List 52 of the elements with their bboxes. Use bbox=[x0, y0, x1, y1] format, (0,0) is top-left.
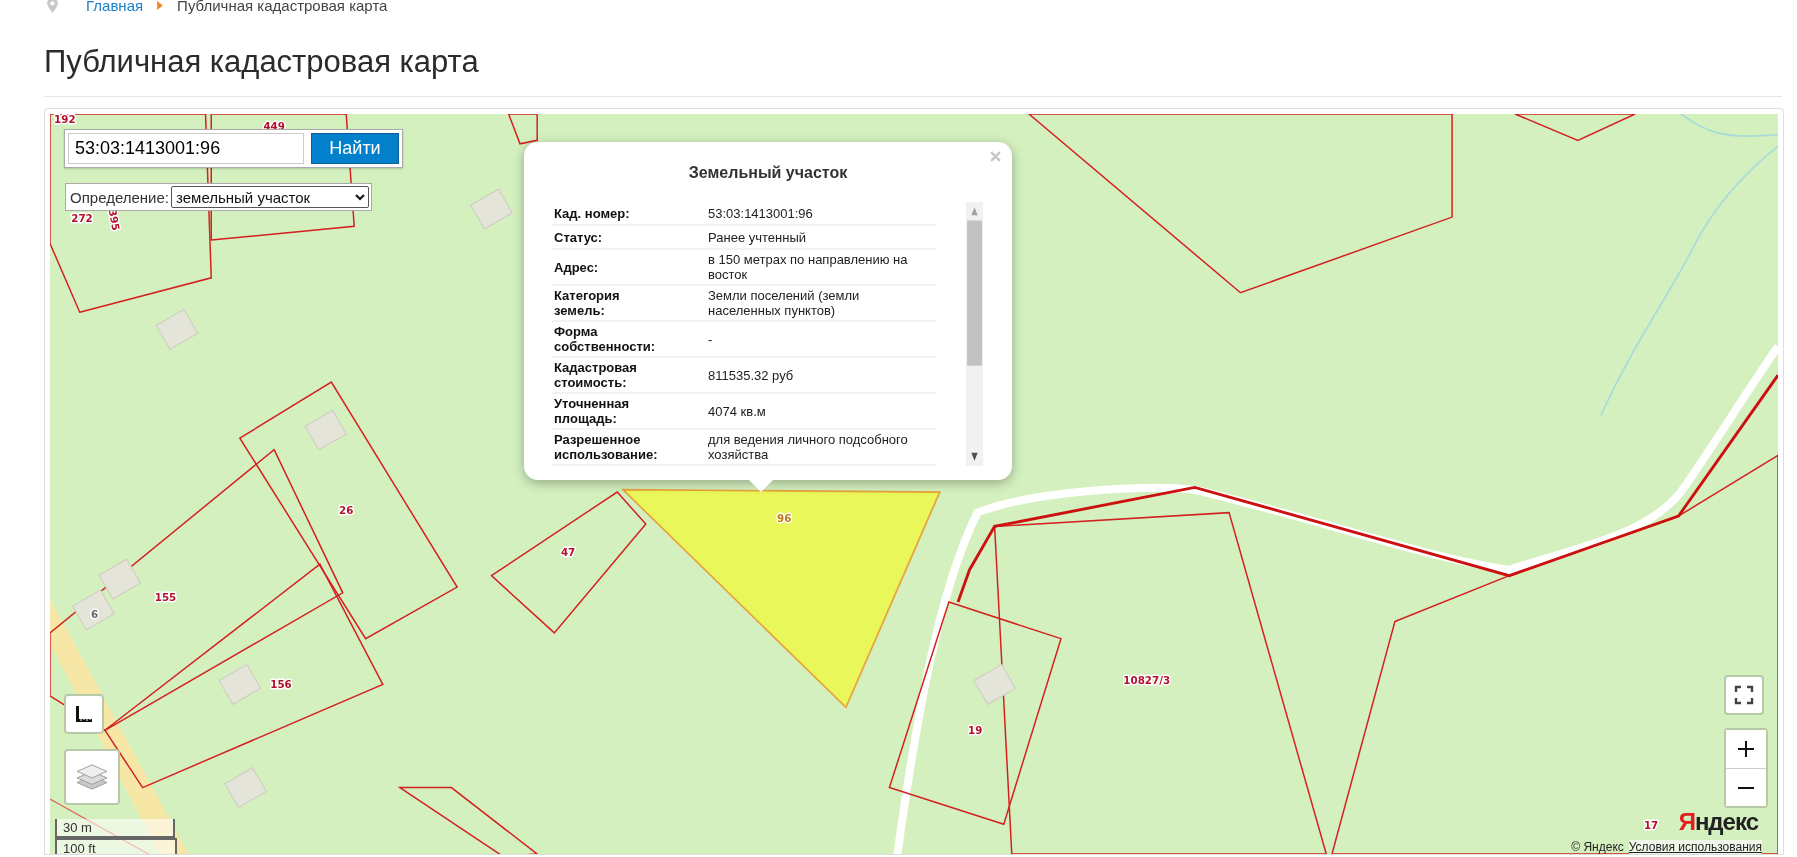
building-number: 6 bbox=[91, 608, 99, 621]
type-select[interactable]: земельный участок bbox=[171, 186, 369, 208]
field-value: 811535.32 руб bbox=[707, 366, 795, 385]
page-title: Публичная кадастровая карта bbox=[44, 44, 480, 80]
field-label: Разрешенное использование: bbox=[553, 431, 659, 464]
parcel-number: 192 bbox=[54, 114, 76, 126]
field-value: - bbox=[707, 330, 714, 349]
map-logo: Яндекс bbox=[1678, 808, 1758, 836]
field-value: Ранее учтенный bbox=[707, 228, 807, 247]
search-button[interactable]: Найти bbox=[311, 133, 399, 164]
field-label: Статус: bbox=[553, 228, 604, 247]
field-value: для ведения личного подсобного хозяйства bbox=[707, 431, 909, 464]
field-value: Земли поселений (земли населенных пунктов) bbox=[707, 287, 861, 320]
field-label: Кад. номер: bbox=[553, 204, 631, 223]
parcel-number: 155 bbox=[154, 590, 177, 603]
search-field[interactable]: 53:03:1413001:96 bbox=[68, 133, 304, 164]
scrollbar[interactable] bbox=[966, 202, 983, 466]
parcel-number: 272 bbox=[71, 211, 93, 224]
field-label: Уточненная площадь: bbox=[553, 395, 631, 428]
breadcrumb-current: Публичная кадастровая карта bbox=[177, 0, 388, 14]
field-label: Форма собственности: bbox=[553, 323, 657, 356]
definition-label: Определение: bbox=[70, 188, 169, 206]
parcel-number: 26 bbox=[339, 503, 354, 516]
field-label: Адрес: bbox=[553, 258, 600, 277]
scale-bar: 30 m bbox=[55, 819, 175, 838]
parcel-number: 17 bbox=[1643, 818, 1659, 831]
parcel-number: 395 bbox=[106, 208, 123, 232]
ruler-button[interactable] bbox=[64, 694, 104, 734]
location-pin-icon bbox=[47, 0, 58, 13]
parcel-number: 156 bbox=[270, 677, 292, 690]
field-label: Категория земель: bbox=[553, 287, 621, 320]
terms-link[interactable]: Условия использования bbox=[1628, 840, 1762, 854]
field-value: 53:03:1413001:96 bbox=[707, 204, 814, 223]
fullscreen-button[interactable] bbox=[1724, 675, 1764, 715]
ruler-icon bbox=[74, 704, 94, 724]
plus-icon bbox=[1738, 741, 1754, 757]
field-value: 4074 кв.м bbox=[707, 402, 767, 421]
zoom-out-button[interactable] bbox=[1726, 768, 1766, 806]
parcel-number: 19 bbox=[968, 723, 983, 736]
scale-bar: 100 ft bbox=[55, 838, 177, 854]
field-value: в 150 метрах по направлению на восток bbox=[707, 251, 909, 284]
field-label: Кадастровая стоимость: bbox=[553, 359, 638, 392]
fullscreen-icon bbox=[1734, 685, 1754, 705]
popup-title: Земельный участок bbox=[687, 163, 849, 183]
copyright-text: © Яндекс bbox=[1571, 840, 1624, 854]
minus-icon bbox=[1738, 786, 1754, 789]
caret-icon bbox=[157, 0, 164, 10]
parcel-number: 96 bbox=[777, 511, 792, 524]
parcel-number: 47 bbox=[560, 546, 576, 559]
parcel-number: 10827/3 bbox=[1123, 674, 1171, 687]
layers-icon bbox=[76, 763, 108, 791]
breadcrumb-link[interactable]: Главная bbox=[86, 0, 144, 14]
